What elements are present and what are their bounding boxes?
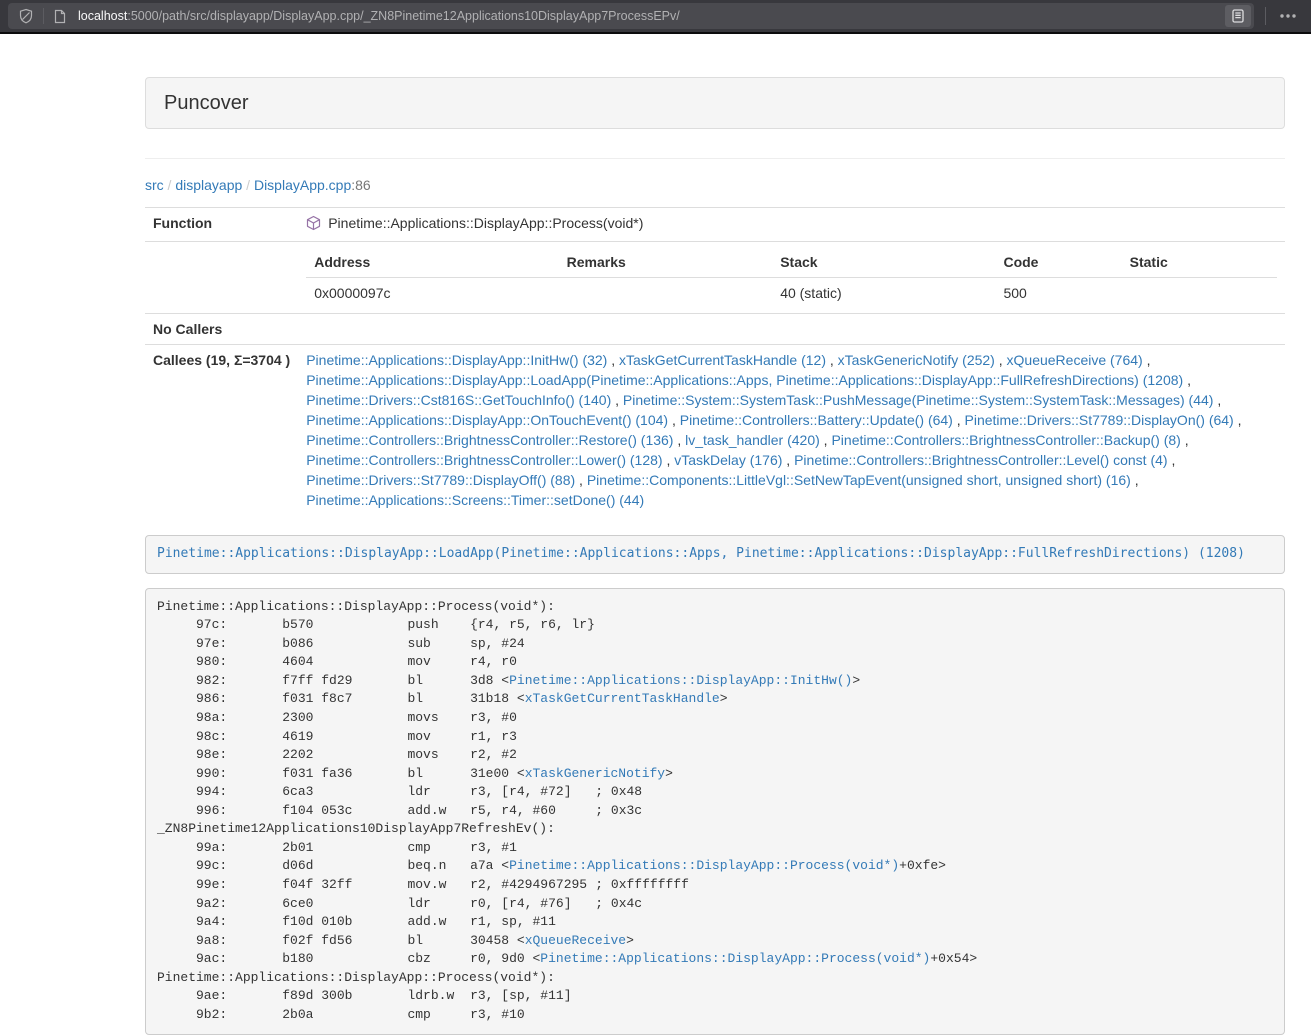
- breadcrumb-separator: /: [242, 177, 254, 193]
- function-remarks: [559, 278, 773, 309]
- callee-link[interactable]: Pinetime::Applications::DisplayApp::OnTo…: [306, 412, 668, 428]
- callee-link[interactable]: Pinetime::Drivers::St7789::DisplayOn() (…: [965, 412, 1234, 428]
- breadcrumb-link[interactable]: displayapp: [175, 177, 242, 193]
- details-value-row: 0x0000097c 40 (static) 500: [306, 278, 1277, 309]
- symbol-link[interactable]: Pinetime::Applications::DisplayApp::Proc…: [540, 951, 930, 966]
- symbol-link[interactable]: Pinetime::Applications::DisplayApp::Proc…: [509, 858, 899, 873]
- callees-label: Callees (19, Σ=3704 ): [145, 345, 298, 516]
- callee-link[interactable]: Pinetime::Controllers::Battery::Update()…: [680, 412, 953, 428]
- breadcrumb-separator: /: [164, 177, 176, 193]
- callee-link[interactable]: Pinetime::Drivers::St7789::DisplayOff() …: [306, 472, 575, 488]
- app-title: Puncover: [164, 92, 249, 114]
- callee-link[interactable]: xTaskGetCurrentTaskHandle (12): [619, 352, 826, 368]
- function-details-table: Address Remarks Stack Code Static 0x0000…: [306, 247, 1277, 308]
- url-path: :5000/path/src/displayapp/DisplayApp.cpp…: [127, 9, 679, 23]
- overflow-menu-icon[interactable]: [1277, 9, 1303, 23]
- symbol-cube-icon: [306, 215, 321, 236]
- empty-row-label: [145, 242, 298, 314]
- page-content: Puncover src / displayapp / DisplayApp.c…: [145, 77, 1285, 1035]
- function-name-cell: Pinetime::Applications::DisplayApp::Proc…: [298, 208, 1285, 242]
- callee-link[interactable]: Pinetime::Applications::DisplayApp::Load…: [306, 372, 1183, 388]
- col-remarks: Remarks: [559, 247, 773, 278]
- callee-link[interactable]: xTaskGenericNotify (252): [838, 352, 995, 368]
- no-callers-label: No Callers: [145, 314, 298, 345]
- callee-link[interactable]: lv_task_handler (420): [685, 432, 820, 448]
- callees-list: Pinetime::Applications::DisplayApp::Init…: [298, 345, 1285, 516]
- function-address: 0x0000097c: [306, 278, 558, 309]
- function-details-row: Address Remarks Stack Code Static 0x0000…: [145, 242, 1285, 314]
- shield-icon[interactable]: [14, 8, 38, 24]
- callee-link[interactable]: Pinetime::Applications::Screens::Timer::…: [306, 492, 644, 508]
- callee-link[interactable]: Pinetime::Controllers::BrightnessControl…: [794, 452, 1167, 468]
- url-bar[interactable]: localhost:5000/path/src/displayapp/Displ…: [8, 3, 1254, 29]
- col-address: Address: [306, 247, 558, 278]
- symbol-link[interactable]: xTaskGetCurrentTaskHandle: [525, 691, 720, 706]
- url-host: localhost: [78, 9, 127, 23]
- reader-mode-icon[interactable]: [1225, 5, 1251, 27]
- callee-link[interactable]: vTaskDelay (176): [674, 452, 782, 468]
- col-static: Static: [1122, 247, 1277, 278]
- breadcrumb-line-number: :86: [351, 177, 370, 193]
- function-table: Function Pinetime::Applications::Display…: [145, 207, 1285, 515]
- function-row-label: Function: [145, 208, 298, 242]
- disassembly-code: Pinetime::Applications::DisplayApp::Proc…: [157, 599, 977, 1022]
- breadcrumb-link[interactable]: src: [145, 177, 164, 193]
- breadcrumb-link[interactable]: DisplayApp.cpp: [254, 177, 351, 193]
- app-header-panel: Puncover: [145, 77, 1285, 129]
- load-app-link[interactable]: Pinetime::Applications::DisplayApp::Load…: [157, 546, 1245, 561]
- url-text[interactable]: localhost:5000/path/src/displayapp/Displ…: [78, 9, 1217, 23]
- callee-link[interactable]: Pinetime::Controllers::BrightnessControl…: [831, 432, 1180, 448]
- callee-link[interactable]: Pinetime::Components::LittleVgl::SetNewT…: [587, 472, 1131, 488]
- details-header-row: Address Remarks Stack Code Static: [306, 247, 1277, 278]
- symbol-link[interactable]: xTaskGenericNotify: [525, 766, 665, 781]
- callees-row: Callees (19, Σ=3704 ) Pinetime::Applicat…: [145, 345, 1285, 516]
- function-code: 500: [995, 278, 1121, 309]
- divider: [145, 158, 1285, 159]
- callee-link[interactable]: Pinetime::Drivers::Cst816S::GetTouchInfo…: [306, 392, 611, 408]
- function-stack: 40 (static): [772, 278, 995, 309]
- disassembly: Pinetime::Applications::DisplayApp::Proc…: [145, 588, 1285, 1035]
- toolbar-divider: [1265, 7, 1266, 25]
- col-code: Code: [995, 247, 1121, 278]
- callee-link[interactable]: Pinetime::System::SystemTask::PushMessag…: [623, 392, 1214, 408]
- symbol-link[interactable]: Pinetime::Applications::DisplayApp::Init…: [509, 673, 852, 688]
- symbol-link[interactable]: xQueueReceive: [525, 933, 626, 948]
- browser-toolbar: localhost:5000/path/src/displayapp/Displ…: [0, 0, 1311, 34]
- callee-link[interactable]: Pinetime::Controllers::BrightnessControl…: [306, 452, 662, 468]
- function-details-cell: Address Remarks Stack Code Static 0x0000…: [298, 242, 1285, 314]
- breadcrumb: src / displayapp / DisplayApp.cpp:86: [145, 175, 1285, 195]
- no-callers-cell: [298, 314, 1285, 345]
- page-icon[interactable]: [49, 9, 71, 24]
- urlbar-divider: [43, 8, 44, 24]
- function-name: Pinetime::Applications::DisplayApp::Proc…: [328, 215, 643, 231]
- col-stack: Stack: [772, 247, 995, 278]
- callee-link[interactable]: Pinetime::Controllers::BrightnessControl…: [306, 432, 673, 448]
- no-callers-row: No Callers: [145, 314, 1285, 345]
- load-app-snippet: Pinetime::Applications::DisplayApp::Load…: [145, 535, 1285, 574]
- callee-link[interactable]: Pinetime::Applications::DisplayApp::Init…: [306, 352, 607, 368]
- function-static: [1122, 278, 1277, 309]
- function-row: Function Pinetime::Applications::Display…: [145, 208, 1285, 242]
- callee-link[interactable]: xQueueReceive (764): [1007, 352, 1143, 368]
